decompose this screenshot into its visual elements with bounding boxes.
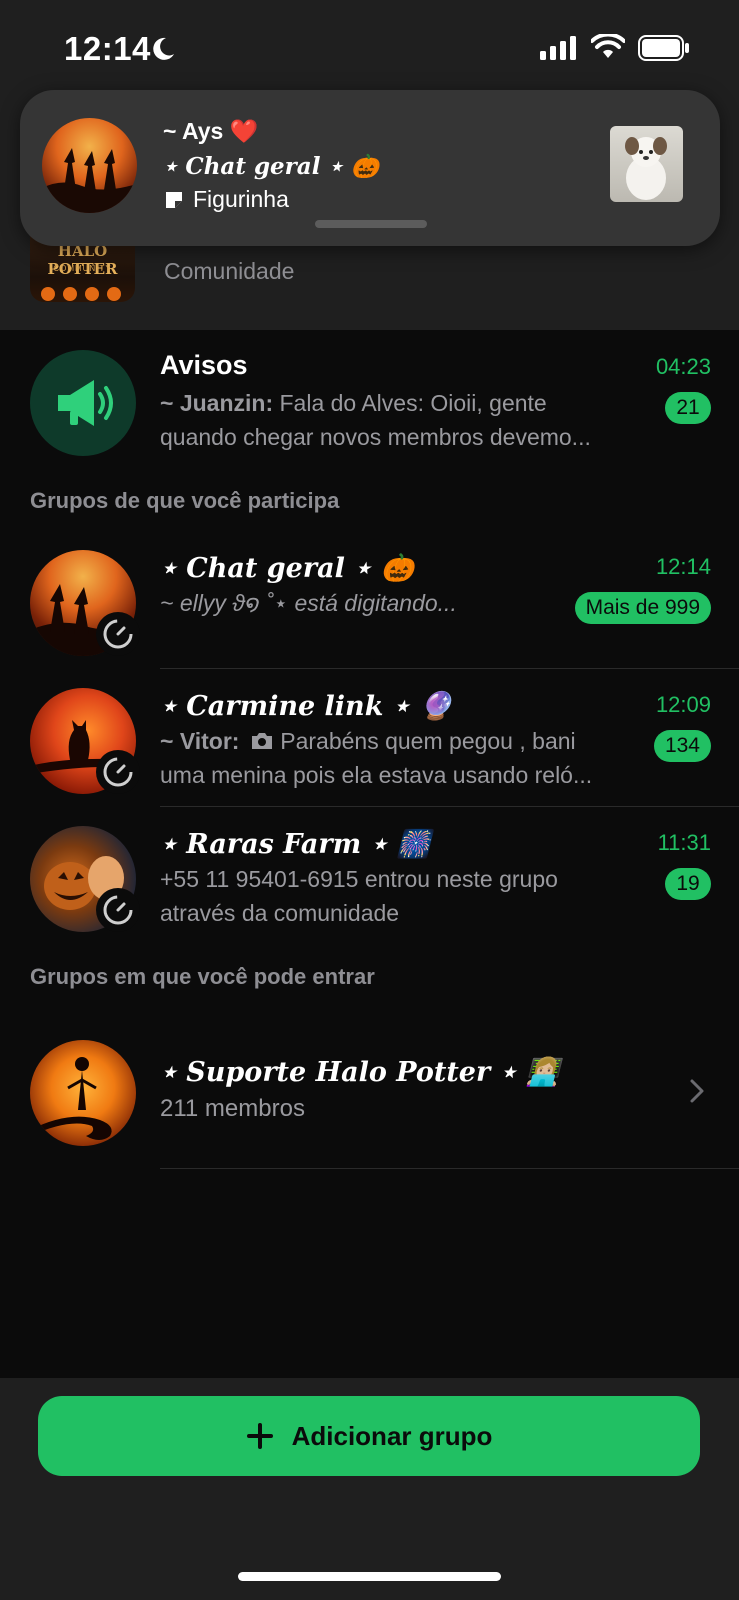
section-joined-label: Grupos de que você participa (30, 488, 340, 513)
announcements-time: 04:23 (655, 354, 711, 379)
group-row-chat-geral[interactable]: ⋆ Chat geral ⋆ 🎃 12:14 ~ ellyy ϑ໑ ˚⋆ est… (0, 540, 739, 670)
group-preview: ~ ellyy ϑ໑ ˚⋆ está digitando... (160, 590, 457, 616)
group-title: ⋆ Suporte Halo Potter ⋆ 👩🏼‍💻 (160, 1057, 560, 1088)
section-available-label: Grupos em que você pode entrar (30, 964, 375, 989)
chevron-right-icon (690, 1079, 704, 1103)
notification-message-text: Figurinha (193, 186, 289, 212)
camera-icon (251, 733, 272, 749)
group-preview-line2: através da comunidade (160, 900, 400, 926)
divider (160, 806, 739, 807)
witches-silhouette-icon (42, 148, 137, 213)
group-avatar (30, 1040, 136, 1146)
home-indicator[interactable] (238, 1572, 501, 1581)
unread-count-badge: 21 (665, 392, 711, 424)
announcements-avatar (30, 350, 136, 456)
pumpkins-icon (41, 287, 121, 301)
group-time: 11:31 (657, 830, 711, 855)
plus-icon (246, 1423, 273, 1449)
status-time: 12:14 (64, 30, 151, 67)
add-group-label: Adicionar grupo (291, 1420, 493, 1451)
puppy-sticker-icon (625, 137, 667, 200)
notification-sender: ~ Ays ❤️ (163, 118, 259, 144)
disappearing-timer-icon (96, 888, 140, 932)
status-bar: 12:14 (0, 0, 739, 96)
wifi-icon (591, 34, 625, 58)
notification-banner[interactable]: ~ Ays ❤️ ⋆ Chat geral ⋆ 🎃 Figurinha (20, 90, 720, 246)
unread-count-badge: Mais de 999 (574, 592, 711, 624)
divider (160, 668, 739, 669)
add-group-button[interactable]: Adicionar grupo (38, 1396, 700, 1476)
group-row-carmine-link[interactable]: ⋆ Carmine link ⋆ 🔮 12:09 ~ Vitor: Parabé… (0, 678, 739, 808)
battery-icon (638, 35, 689, 61)
disappearing-timer-icon (96, 612, 140, 656)
announcements-row[interactable]: Avisos 04:23 ~ Juanzin: Fala do Alves: O… (0, 340, 739, 460)
group-member-count: 211 membros (160, 1095, 305, 1122)
group-preview-line2: uma menina pois ela estava usando reló..… (160, 762, 593, 788)
community-subtitle: Comunidade (164, 258, 295, 284)
community-logo-subtext: COMMUNITY (53, 264, 112, 273)
megaphone-icon (58, 380, 113, 426)
notification-message: Figurinha (163, 186, 289, 213)
sticker-icon (166, 191, 182, 208)
group-title: ⋆ Carmine link ⋆ 🔮 (160, 691, 453, 722)
group-preview-sender: ~ Vitor: (160, 728, 240, 754)
announcements-sender: ~ Juanzin: (160, 390, 274, 416)
group-preview-line1: +55 11 95401-6915 entrou neste grupo (160, 866, 558, 892)
announcements-title: Avisos (160, 350, 248, 380)
group-preview-line1: ~ Vitor: Parabéns quem pegou , bani (160, 724, 640, 758)
group-row-raras-farm[interactable]: ⋆ Raras Farm ⋆ 🎆 11:31 +55 11 95401-6915… (0, 816, 739, 946)
group-preview-text: Parabéns quem pegou , bani (273, 728, 576, 754)
jack-skellington-silhouette-icon (30, 1057, 112, 1140)
available-group-row-suporte[interactable]: ⋆ Suporte Halo Potter ⋆ 👩🏼‍💻 211 membros (0, 1030, 739, 1170)
group-time: 12:14 (655, 554, 711, 579)
notification-group: ⋆ Chat geral ⋆ 🎃 (163, 153, 380, 180)
sticker-thumbnail (610, 126, 683, 202)
disappearing-timer-icon (96, 750, 140, 794)
notification-handle[interactable] (315, 220, 427, 228)
group-title: ⋆ Chat geral ⋆ 🎃 (160, 553, 415, 584)
group-title: ⋆ Raras Farm ⋆ 🎆 (160, 829, 431, 860)
announcements-preview-line2: quando chegar novos membros devemo... (160, 424, 591, 450)
unread-count-badge: 134 (653, 730, 711, 762)
unread-count-badge: 19 (665, 868, 711, 900)
divider (160, 1168, 739, 1169)
announcements-preview-line1: ~ Juanzin: Fala do Alves: Oioii, gente (160, 386, 640, 420)
announcements-text: Fala do Alves: Oioii, gente (273, 390, 547, 416)
group-time: 12:09 (655, 692, 711, 717)
signal-icon (540, 36, 576, 60)
notification-avatar (42, 118, 137, 213)
moon-icon (153, 37, 174, 60)
